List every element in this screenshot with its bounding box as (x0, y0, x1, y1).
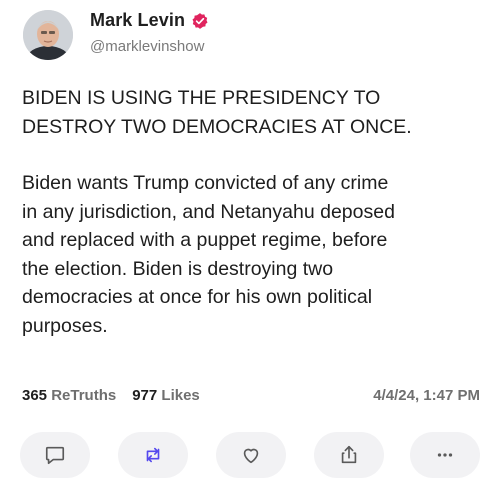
repost-arrows-icon (146, 447, 160, 463)
user-handle[interactable]: @marklevinshow (90, 38, 204, 55)
retruths-stat[interactable]: 365 ReTruths (22, 387, 116, 404)
retruths-label: ReTruths (51, 387, 117, 404)
heart-icon (243, 448, 259, 464)
like-button[interactable] (216, 432, 286, 478)
more-dots-icon (437, 453, 453, 457)
retruth-button[interactable] (118, 432, 188, 478)
speech-bubble-icon (45, 446, 65, 465)
name-row: Mark Levin (90, 10, 209, 31)
avatar-image (23, 10, 73, 60)
post-stats: 365 ReTruths 977 Likes 4/4/24, 1:47 PM (22, 387, 480, 404)
verified-badge-icon (191, 12, 209, 30)
post-timestamp[interactable]: 4/4/24, 1:47 PM (373, 387, 480, 404)
display-name[interactable]: Mark Levin (90, 10, 185, 31)
share-button[interactable] (314, 432, 384, 478)
share-icon (341, 445, 357, 464)
likes-label: Likes (161, 387, 200, 404)
reply-button[interactable] (20, 432, 90, 478)
retruths-count: 365 (22, 387, 48, 404)
likes-stat[interactable]: 977 Likes (132, 387, 200, 404)
more-button[interactable] (410, 432, 480, 478)
action-bar (0, 432, 500, 480)
truth-post: Mark Levin @marklevinshow BIDEN IS USING… (0, 0, 500, 487)
post-headline: BIDEN IS USING THE PRESIDENCY TO DESTROY… (22, 87, 412, 138)
post-text: BIDEN IS USING THE PRESIDENCY TO DESTROY… (22, 84, 482, 340)
likes-count: 977 (132, 387, 158, 404)
avatar[interactable] (23, 10, 73, 60)
post-body-text: Biden wants Trump convicted of any crime… (22, 172, 395, 337)
